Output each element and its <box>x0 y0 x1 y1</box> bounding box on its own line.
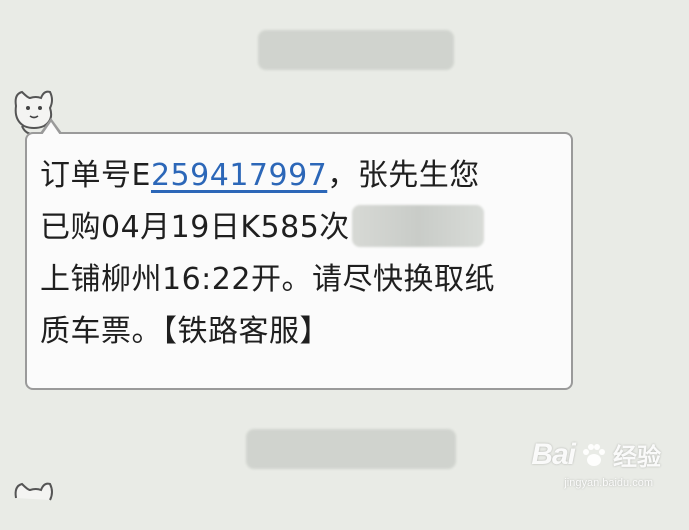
timestamp-redacted <box>258 30 454 70</box>
order-number-link[interactable]: 259417997 <box>151 158 327 193</box>
bubble-tail-fill <box>42 122 60 135</box>
baidu-jingyan-watermark: Bai 经验 <box>531 437 661 472</box>
purchase-info: 已购04月19日K585次 <box>40 210 350 245</box>
message-line-4: 质车票。【铁路客服】 <box>40 314 330 349</box>
paw-logo-icon <box>583 443 605 466</box>
message-line-3: 上铺柳州16:22开。请尽快换取纸 <box>40 262 495 297</box>
contact-avatar-icon[interactable] <box>8 478 62 530</box>
redacted-seat-info <box>351 205 484 247</box>
order-label: 订单号E <box>40 158 151 193</box>
watermark-brand: Bai <box>531 437 576 471</box>
greeting: ，张先生您 <box>327 158 480 193</box>
message-line-1: 订单号E259417997，张先生您 <box>40 150 540 202</box>
sms-message-text: 订单号E259417997，张先生您 已购04月19日K585次 上铺柳州16:… <box>40 150 540 358</box>
watermark-jingyan: 经验 <box>613 444 661 471</box>
watermark-url: jingyan.baidu.com <box>564 477 653 489</box>
timestamp-redacted <box>246 429 456 469</box>
message-line-2: 已购04月19日K585次 <box>40 202 540 254</box>
